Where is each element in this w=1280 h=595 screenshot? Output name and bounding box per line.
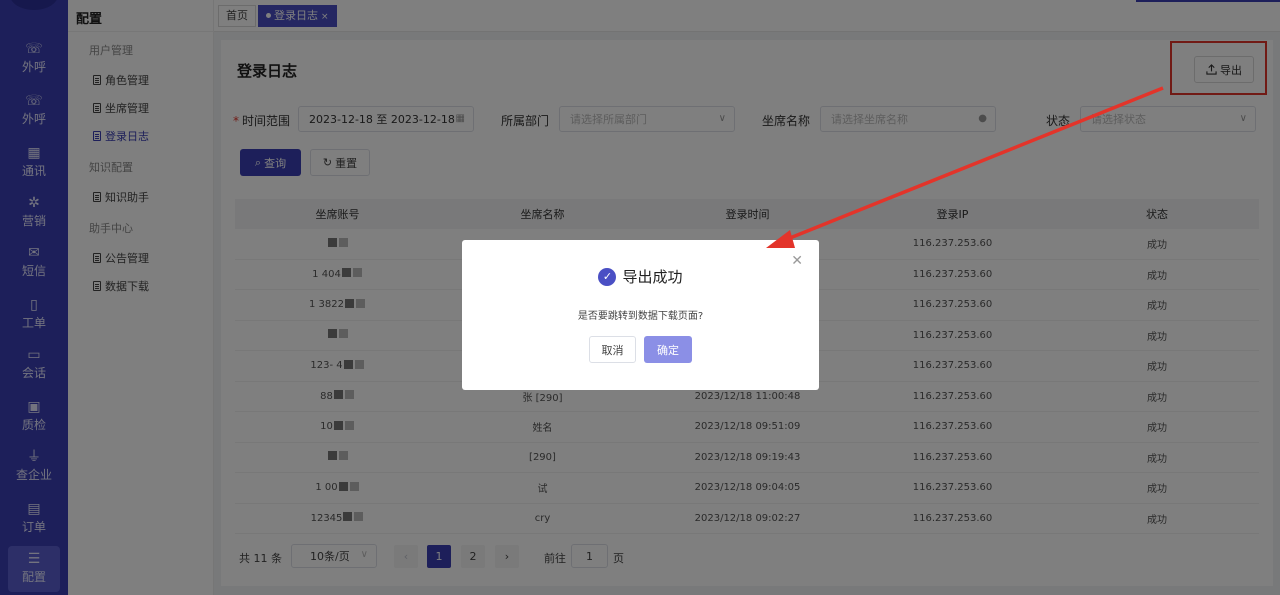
- export-success-dialog: ✕ ✓ 导出成功 是否要跳转到数据下载页面? 取消 确定: [462, 240, 819, 390]
- dialog-header: ✓ 导出成功: [462, 266, 819, 287]
- check-circle-icon: ✓: [598, 267, 617, 286]
- dialog-title: 导出成功: [622, 268, 683, 286]
- cancel-button[interactable]: 取消: [589, 336, 636, 363]
- dialog-message: 是否要跳转到数据下载页面?: [577, 311, 704, 322]
- confirm-button[interactable]: 确定: [644, 336, 692, 363]
